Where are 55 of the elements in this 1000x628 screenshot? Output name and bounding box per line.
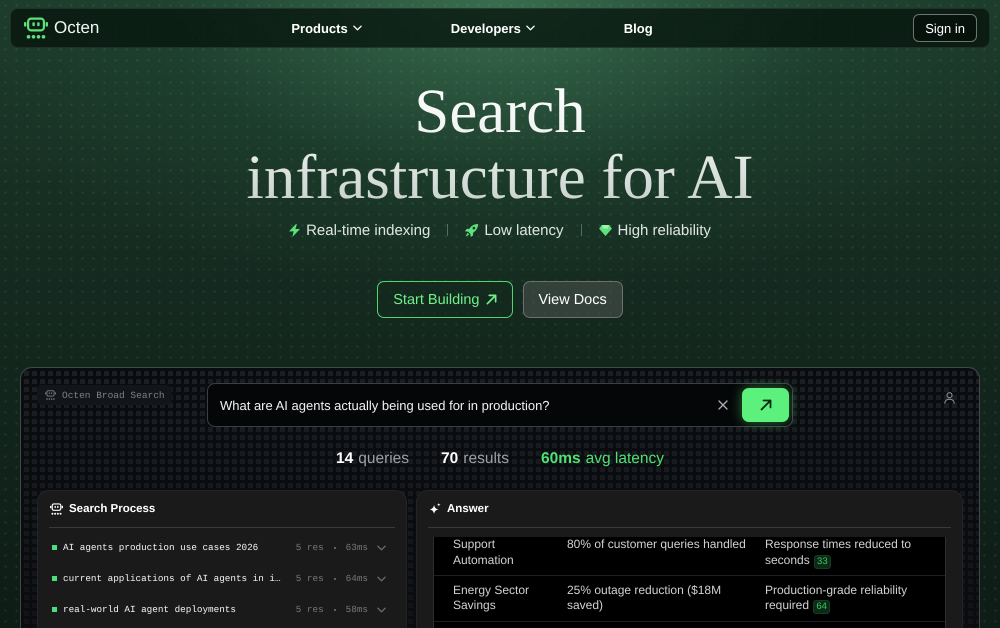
rocket-icon <box>465 224 478 236</box>
cell-text: Production-grade reliability required 64 <box>765 582 908 612</box>
cell-text: 25% outage reduction ($18M saved) <box>567 582 722 612</box>
stat-value: 60ms <box>540 449 581 469</box>
feature-label: High reliability <box>618 222 711 238</box>
nav-link[interactable]: Blog <box>624 20 653 36</box>
status-square-icon <box>52 607 57 612</box>
card-title: Answer <box>447 502 489 514</box>
close-icon[interactable] <box>718 400 728 410</box>
stat-label: results <box>463 449 509 469</box>
robot-logo-icon[interactable] <box>24 17 48 39</box>
result-count: 5 res <box>296 542 324 553</box>
arrow-up-right-icon <box>760 399 772 411</box>
cell-text: Response times reduced to seconds 33 <box>765 537 912 566</box>
submit-button[interactable] <box>742 388 789 422</box>
query-time: 58ms <box>346 604 368 615</box>
nav-link[interactable]: Products <box>291 20 362 36</box>
nav-link[interactable]: Developers <box>450 20 535 36</box>
feature-label: Low latency <box>484 222 564 238</box>
query-text: current applications of AI agents in i… <box>63 573 282 584</box>
cell-text: Energy Sector Savings <box>453 582 530 612</box>
chevron-down-icon[interactable] <box>377 576 386 582</box>
citation-badge[interactable]: 64 <box>813 600 830 614</box>
docs-button[interactable]: View Docs <box>522 281 623 318</box>
stat-value: 70 <box>441 449 458 469</box>
cell-text: Support Automation <box>453 537 514 566</box>
stat-label: avg latency <box>586 449 664 469</box>
robot-icon <box>45 390 56 400</box>
feature-label: Real-time indexing <box>306 222 430 238</box>
card-title: Search Process <box>69 502 156 514</box>
user-icon[interactable] <box>944 392 955 404</box>
status-square-icon <box>52 545 57 550</box>
arrow-up-right-icon <box>486 294 496 305</box>
sparkle-icon <box>429 502 441 514</box>
gem-icon <box>598 224 612 236</box>
chevron-down-icon[interactable] <box>377 544 386 550</box>
robot-icon <box>50 502 63 514</box>
result-count: 5 res <box>296 573 324 584</box>
sign-in-button[interactable]: Sign in <box>913 14 977 42</box>
citation-badge[interactable]: 33 <box>814 554 831 568</box>
result-count: 5 res <box>296 604 324 615</box>
status-square-icon <box>52 576 57 581</box>
chevron-down-icon[interactable] <box>377 606 386 612</box>
stat-label: queries <box>358 449 410 469</box>
start-building-button[interactable]: Start Building <box>377 281 512 318</box>
brand-name[interactable]: Octen <box>54 18 100 38</box>
query-time: 64ms <box>346 573 368 584</box>
search-field[interactable]: What are AI agents actually being used for in production? <box>207 383 793 427</box>
stat-value: 14 <box>336 449 354 469</box>
mode-button[interactable]: Octen Broad Search <box>37 385 172 405</box>
query-text: real-world AI agent deployments <box>63 604 237 615</box>
cell-text: 80% of customer queries handled <box>567 537 746 551</box>
lightning-bolt-icon <box>289 224 300 236</box>
query-time: 63ms <box>346 542 368 553</box>
query-text: AI agents production use cases 2026 <box>63 542 260 553</box>
